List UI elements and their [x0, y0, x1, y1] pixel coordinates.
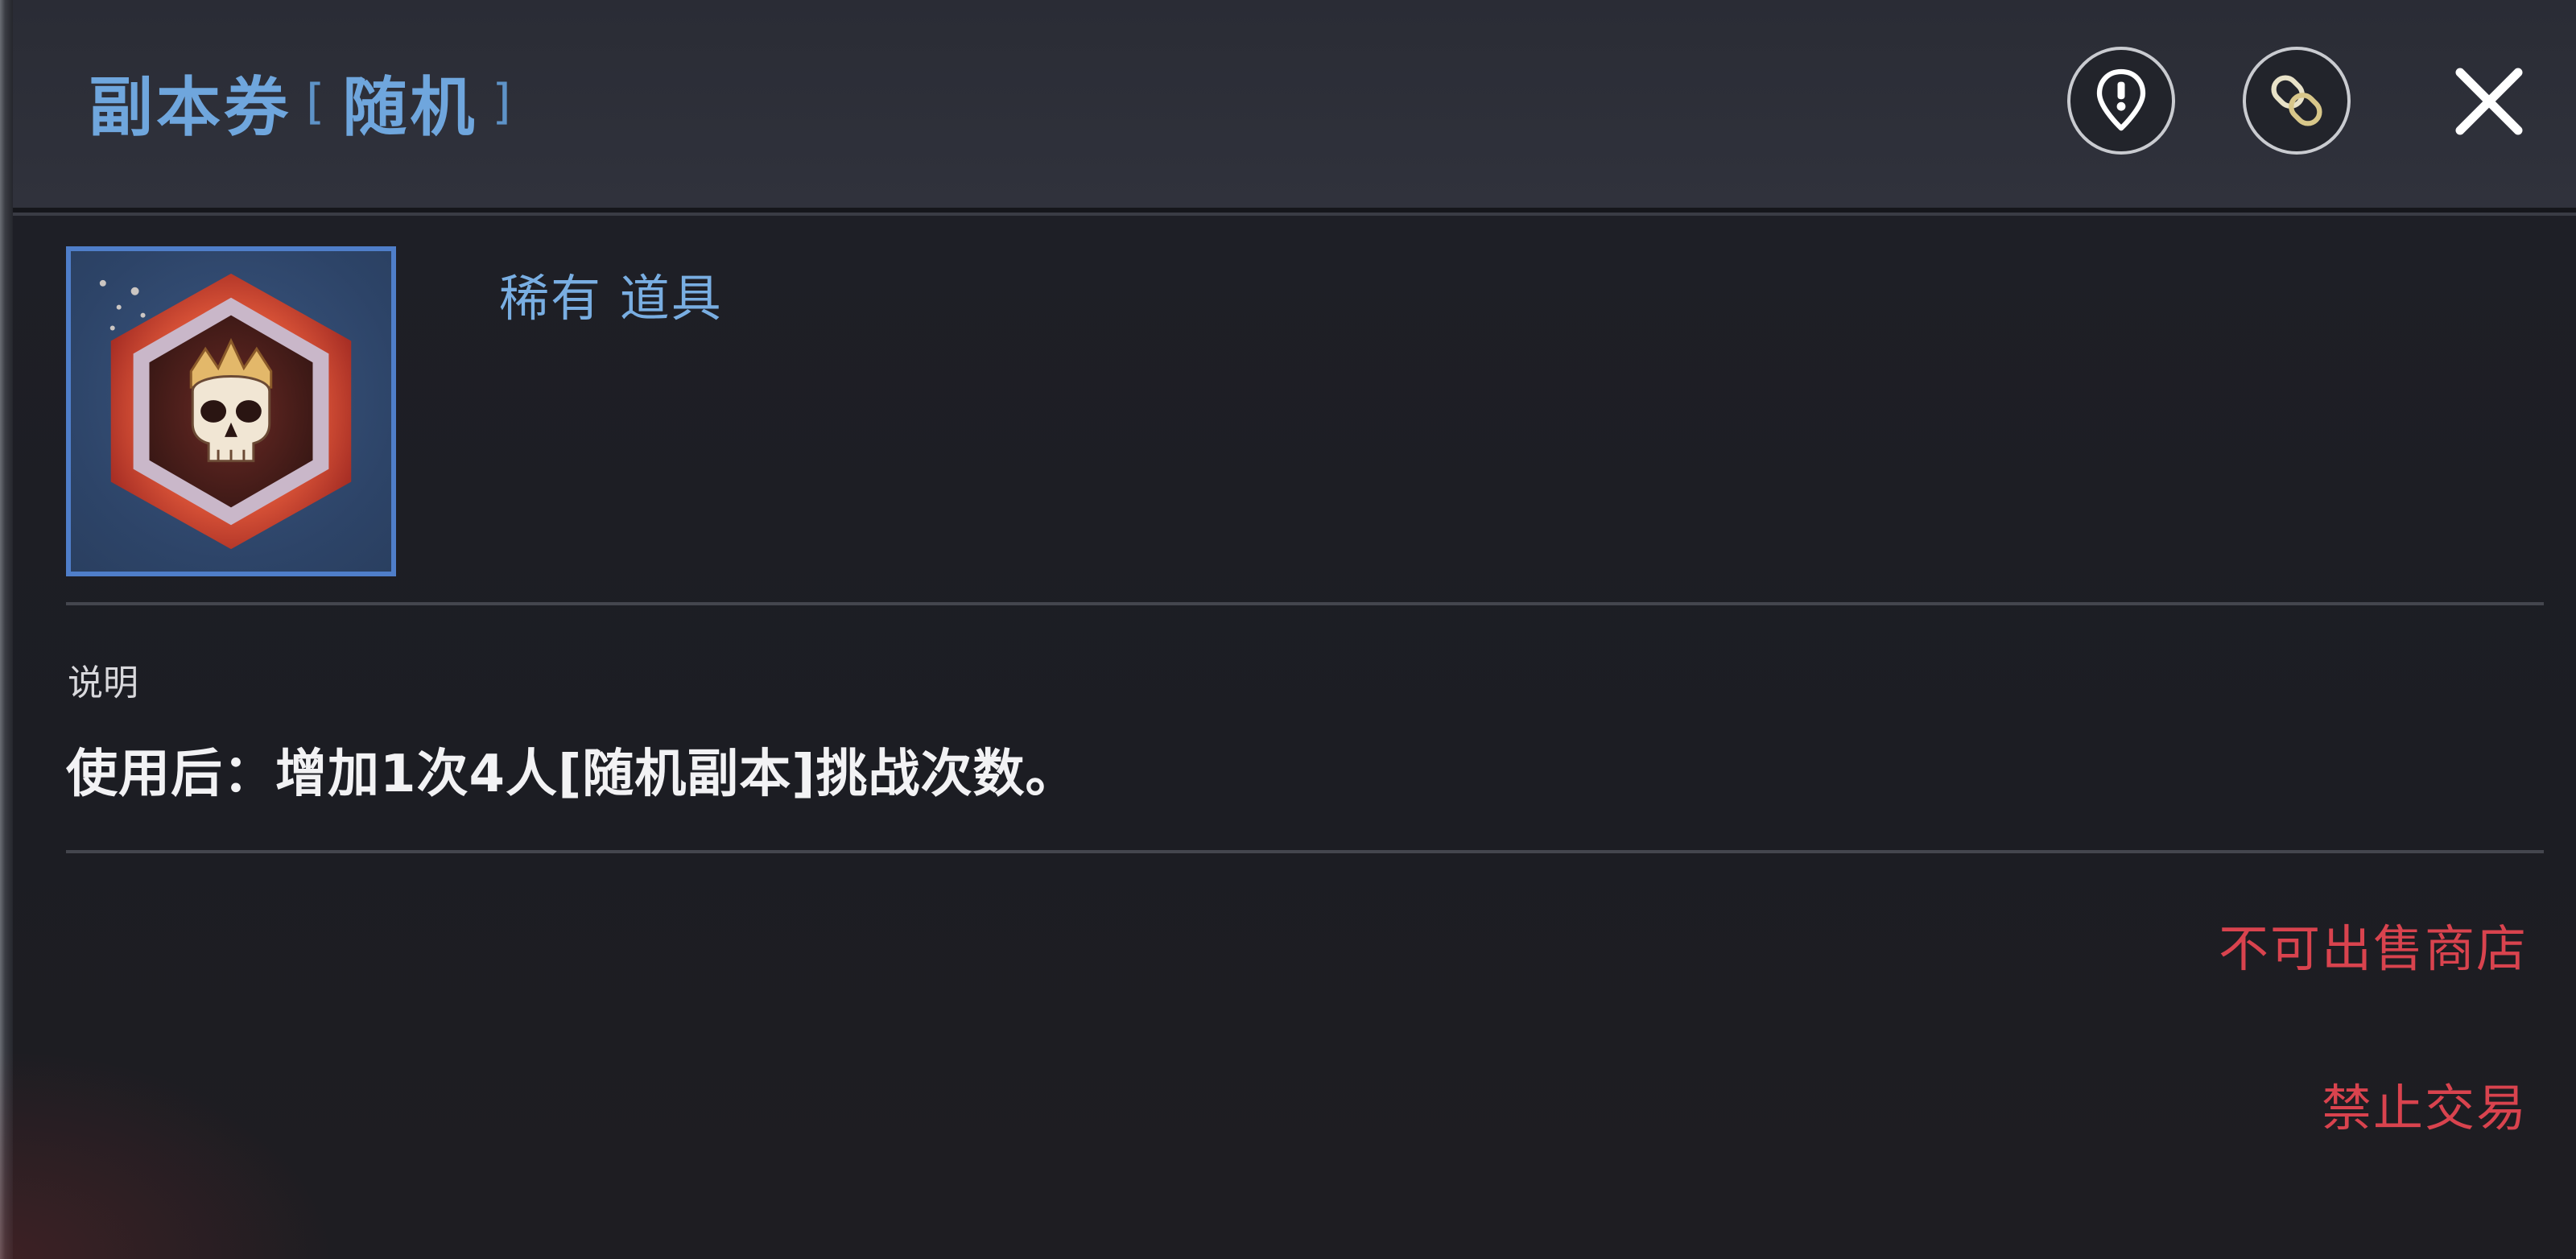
item-title-main: 副本券: [89, 70, 291, 145]
chain-link-icon: [2271, 75, 2322, 126]
description-label: 说明: [68, 663, 138, 704]
close-button[interactable]: [2441, 53, 2537, 150]
map-pin-exclamation-icon: [2096, 68, 2146, 131]
link-button[interactable]: [2243, 47, 2351, 155]
item-title: 副本券 [ 随机 ]: [89, 58, 529, 147]
bottom-left-glow: [0, 1050, 338, 1259]
item-icon-frame: [66, 246, 396, 576]
crowned-skull-hexagon-emblem-icon: [99, 273, 352, 550]
divider-top: [66, 602, 2544, 605]
close-icon: [2455, 68, 2523, 135]
restriction-no-shop-sell: 不可出售商店: [2218, 919, 2528, 978]
restriction-no-trade: 禁止交易: [2321, 1079, 2528, 1137]
item-tooltip-panel: 副本券 [ 随机 ] 稀有 道具 说明 使用后：增加1次4人[随机副本]挑战次数…: [0, 0, 2576, 1259]
info-pin-button[interactable]: [2067, 47, 2175, 155]
header-bar: 副本券 [ 随机 ]: [13, 0, 2576, 213]
divider-bottom: [66, 850, 2544, 853]
item-title-sub: 随机: [342, 70, 478, 145]
title-bracket-open: [: [306, 74, 328, 130]
description-text: 使用后：增加1次4人[随机副本]挑战次数。: [66, 745, 1078, 804]
item-rarity-label: 稀有 道具: [499, 269, 723, 328]
title-bracket-close: ]: [492, 74, 514, 130]
